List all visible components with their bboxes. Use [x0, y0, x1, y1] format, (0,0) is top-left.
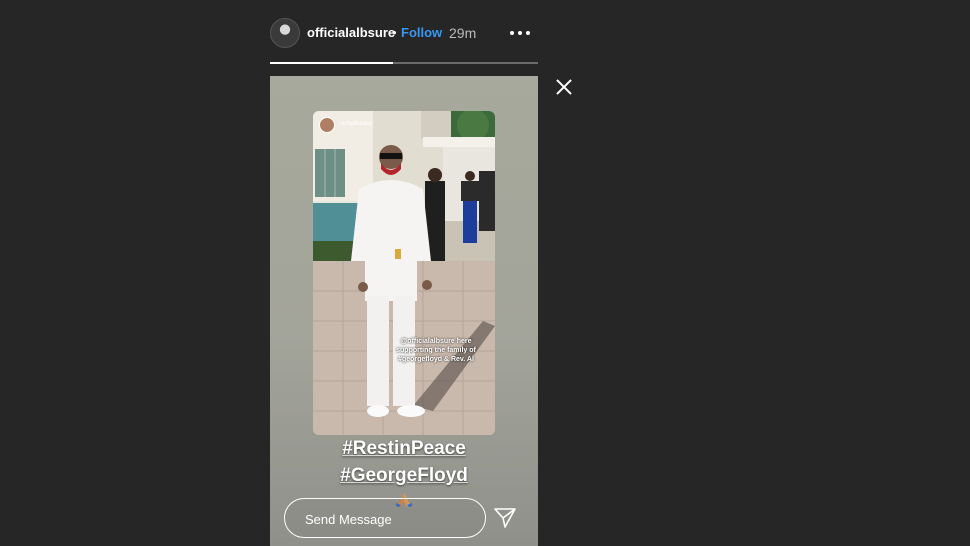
follow-button[interactable]: Follow [401, 25, 442, 40]
story-header: officialalbsure • Follow 29m [270, 16, 538, 50]
photo-caption: @officialalbsure here supporting the fam… [396, 338, 476, 363]
photo-illustration [313, 111, 495, 435]
story-photo: rachellsnard @officialalbsure here suppo… [313, 111, 495, 435]
hashtag-restinpeace[interactable]: #RestinPeace [270, 438, 538, 460]
send-icon[interactable] [493, 507, 517, 529]
separator-dot: • [392, 25, 397, 40]
repost-username: rachellsnard [339, 121, 372, 127]
timestamp: 29m [449, 25, 477, 41]
avatar[interactable] [270, 18, 300, 48]
message-input[interactable] [303, 509, 477, 529]
story-card[interactable]: rachellsnard @officialalbsure here suppo… [270, 76, 538, 546]
username[interactable]: officialalbsure [307, 25, 395, 40]
close-icon[interactable] [554, 77, 574, 97]
story-progress-fill [270, 62, 394, 64]
send-message-field[interactable] [284, 498, 486, 538]
more-options-icon[interactable] [510, 29, 530, 37]
hashtag-georgefloyd[interactable]: #GeorgeFloyd [270, 465, 538, 487]
repost-avatar [319, 117, 335, 133]
story-progress-bar [270, 62, 538, 64]
